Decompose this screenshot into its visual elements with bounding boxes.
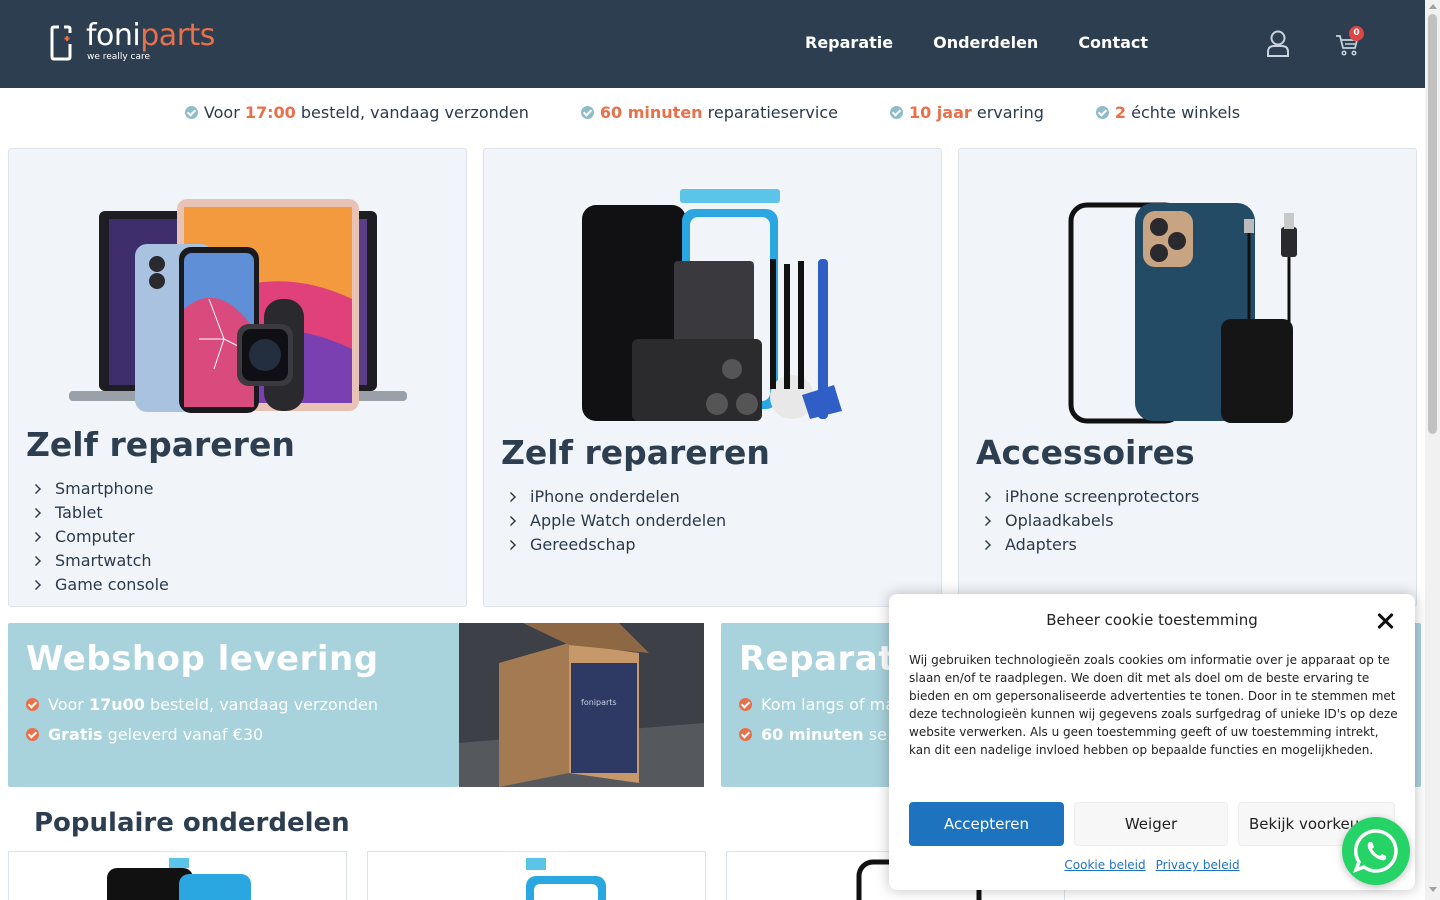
category-title[interactable]: Accessoires	[976, 433, 1195, 472]
category-link[interactable]: iPhone onderdelen	[504, 485, 726, 509]
category-link[interactable]: Smartwatch	[29, 549, 169, 573]
product-card[interactable]	[8, 851, 347, 900]
category-card-devices[interactable]: Zelf repareren Smartphone Tablet Compute…	[8, 148, 467, 607]
chevron-right-icon	[31, 532, 41, 542]
accept-cookies-button[interactable]: Accepteren	[909, 802, 1064, 846]
cookie-policy-link[interactable]: Cookie beleid	[1064, 858, 1145, 872]
cart-count-badge: 0	[1349, 26, 1364, 41]
check-icon	[889, 106, 903, 119]
cookie-consent-dialog: Beheer cookie toestemming Wij gebruiken …	[889, 594, 1415, 890]
chevron-right-icon	[31, 556, 41, 566]
foniparts-logo[interactable]: foniparts we really care	[50, 18, 220, 66]
privacy-policy-link[interactable]: Privacy beleid	[1156, 858, 1240, 872]
category-link[interactable]: Gereedschap	[504, 533, 726, 557]
usp-item: 60 minuten reparatieservice	[580, 103, 838, 122]
scroll-up-arrow-icon[interactable]	[1429, 4, 1437, 9]
scrollbar-thumb[interactable]	[1428, 14, 1437, 434]
cookie-dialog-title: Beheer cookie toestemming	[1046, 611, 1258, 629]
category-link[interactable]: Computer	[29, 525, 169, 549]
site-header: foniparts we really care Reparatie Onder…	[0, 0, 1425, 88]
check-icon	[26, 698, 39, 711]
category-link[interactable]: Game console	[29, 573, 169, 597]
scroll-down-arrow-icon[interactable]	[1429, 887, 1437, 892]
category-link[interactable]: Apple Watch onderdelen	[504, 509, 726, 533]
main-nav: Reparatie Onderdelen Contact	[805, 33, 1148, 52]
banner-line: 60 minuten se	[739, 725, 887, 744]
category-list: iPhone screenprotectors Oplaadkabels Ada…	[979, 485, 1199, 557]
chevron-right-icon	[981, 540, 991, 550]
check-icon	[739, 698, 752, 711]
close-icon[interactable]	[1377, 612, 1395, 630]
banner-line: Kom langs of ma	[739, 695, 895, 714]
product-image	[526, 858, 606, 900]
product-image	[107, 858, 251, 900]
whatsapp-icon	[1353, 829, 1398, 873]
chevron-right-icon	[506, 516, 516, 526]
banner-line: Gratis geleverd vanaf €30	[26, 725, 263, 744]
category-card-accessories[interactable]: Accessoires iPhone screenprotectors Opla…	[958, 148, 1417, 607]
usp-item: 2 échte winkels	[1095, 103, 1240, 122]
chevron-right-icon	[31, 484, 41, 494]
cookie-dialog-text: Wij gebruiken technologieën zoals cookie…	[909, 653, 1398, 757]
chevron-right-icon	[31, 580, 41, 590]
category-card-parts[interactable]: Zelf repareren iPhone onderdelen Apple W…	[483, 148, 942, 607]
logo-wordmark: foniparts	[86, 18, 215, 53]
usp-bar: Voor 17:00 besteld, vandaag verzonden 60…	[0, 103, 1425, 122]
category-link[interactable]: Smartphone	[29, 477, 169, 501]
logo-tagline: we really care	[87, 52, 151, 62]
banner-title: Webshop levering	[26, 639, 379, 679]
webshop-banner[interactable]: Webshop levering Voor 17u00 besteld, van…	[8, 623, 459, 787]
check-icon	[26, 728, 39, 741]
banner-line: Voor 17u00 besteld, vandaag verzonden	[26, 695, 378, 714]
check-icon	[739, 728, 752, 741]
banner-title: Reparati	[739, 639, 908, 679]
category-list: Smartphone Tablet Computer Smartwatch Ga…	[29, 477, 169, 597]
parts-image	[582, 189, 842, 421]
category-link[interactable]: iPhone screenprotectors	[979, 485, 1199, 509]
check-icon	[580, 106, 594, 119]
whatsapp-chat-button[interactable]	[1342, 817, 1410, 885]
cookie-links: Cookie beleid Privacy beleid	[889, 858, 1415, 872]
deny-cookies-button[interactable]: Weiger	[1074, 802, 1228, 846]
section-title-popular: Populaire onderdelen	[34, 808, 350, 838]
chevron-right-icon	[31, 508, 41, 518]
shipping-box-image: foniparts	[459, 623, 704, 787]
category-link[interactable]: Oplaadkabels	[979, 509, 1199, 533]
nav-contact[interactable]: Contact	[1078, 33, 1148, 52]
page-scrollbar[interactable]	[1425, 0, 1440, 900]
category-title[interactable]: Zelf repareren	[26, 425, 295, 464]
box-brand-label: foniparts	[581, 698, 617, 707]
category-link[interactable]: Tablet	[29, 501, 169, 525]
chevron-right-icon	[981, 492, 991, 502]
nav-reparatie[interactable]: Reparatie	[805, 33, 893, 52]
product-card[interactable]	[367, 851, 706, 900]
devices-image	[69, 199, 407, 413]
check-icon	[184, 106, 198, 119]
usp-item: Voor 17:00 besteld, vandaag verzonden	[184, 103, 529, 122]
accessories-image	[1068, 202, 1297, 424]
check-icon	[1095, 106, 1109, 119]
chevron-right-icon	[506, 540, 516, 550]
user-icon[interactable]	[1266, 30, 1290, 58]
category-title[interactable]: Zelf repareren	[501, 433, 770, 472]
chevron-right-icon	[981, 516, 991, 526]
category-list: iPhone onderdelen Apple Watch onderdelen…	[504, 485, 726, 557]
usp-item: 10 jaar ervaring	[889, 103, 1044, 122]
category-link[interactable]: Adapters	[979, 533, 1199, 557]
nav-onderdelen[interactable]: Onderdelen	[933, 33, 1038, 52]
shipping-box-photo: foniparts	[459, 623, 704, 787]
chevron-right-icon	[506, 492, 516, 502]
phone-logo-icon	[50, 25, 72, 61]
